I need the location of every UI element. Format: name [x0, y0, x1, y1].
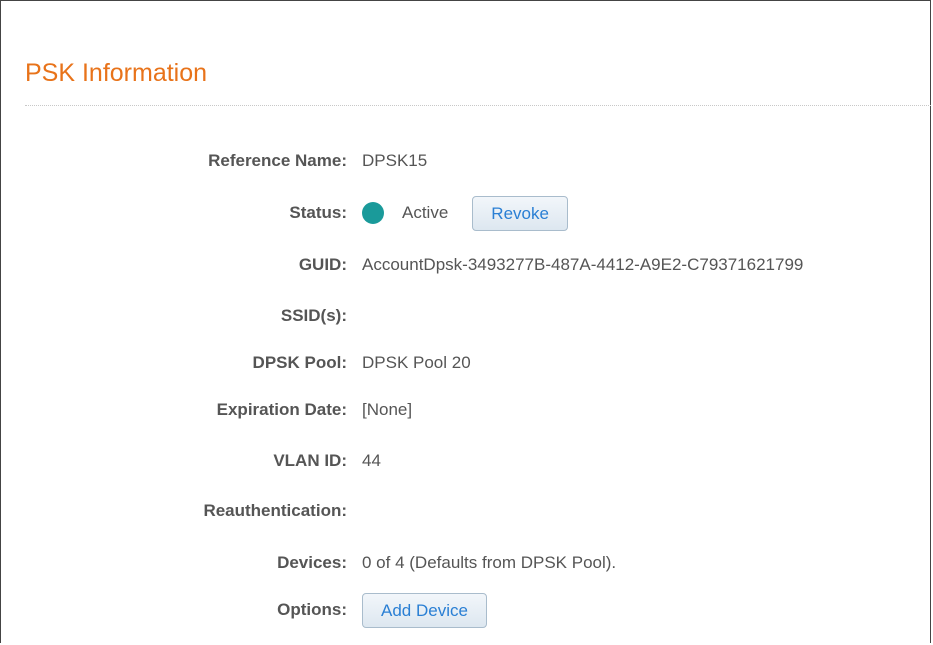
section-divider	[25, 105, 931, 106]
add-device-button[interactable]: Add Device	[362, 592, 487, 628]
devices-label: Devices:	[277, 553, 347, 572]
status-value-group: Active Revoke	[362, 195, 568, 231]
status-active-indicator-icon	[362, 202, 384, 224]
expiration-date-value: [None]	[362, 400, 413, 419]
revoke-button[interactable]: Revoke	[472, 195, 568, 231]
dpsk-pool-value: DPSK Pool 20	[362, 353, 471, 372]
row-reauthentication: Reauthentication:	[1, 493, 932, 529]
vlan-id-value: 44	[362, 451, 381, 470]
devices-value: 0 of 4 (Defaults from DPSK Pool).	[362, 553, 617, 572]
vlan-id-label: VLAN ID:	[273, 451, 347, 470]
status-value: Active	[402, 203, 449, 222]
row-options: Options: Add Device	[1, 592, 932, 628]
guid-value: AccountDpsk-3493277B-487A-4412-A9E2-C793…	[362, 255, 804, 274]
options-label: Options:	[277, 600, 347, 619]
guid-label: GUID:	[298, 255, 347, 274]
row-status: Status: Active Revoke	[1, 195, 932, 231]
reference-name-label: Reference Name:	[208, 151, 347, 170]
reauthentication-label: Reauthentication:	[203, 501, 347, 520]
section-title: PSK Information	[25, 59, 208, 87]
dpsk-pool-label: DPSK Pool:	[252, 353, 347, 372]
expiration-date-label: Expiration Date:	[216, 400, 347, 419]
status-label: Status:	[289, 203, 347, 222]
row-dpsk-pool: DPSK Pool: DPSK Pool 20	[1, 345, 932, 381]
row-ssids: SSID(s):	[1, 298, 932, 334]
row-reference-name: Reference Name: DPSK15	[1, 143, 932, 179]
page-frame: PSK Information Reference Name: DPSK15 S…	[0, 0, 931, 643]
row-devices: Devices: 0 of 4 (Defaults from DPSK Pool…	[1, 545, 932, 581]
options-value-group: Add Device	[362, 592, 487, 628]
row-vlan-id: VLAN ID: 44	[1, 443, 932, 479]
reference-name-value: DPSK15	[362, 151, 428, 170]
row-expiration-date: Expiration Date: [None]	[1, 392, 932, 428]
ssids-label: SSID(s):	[280, 306, 347, 325]
row-guid: GUID: AccountDpsk-3493277B-487A-4412-A9E…	[1, 247, 932, 283]
